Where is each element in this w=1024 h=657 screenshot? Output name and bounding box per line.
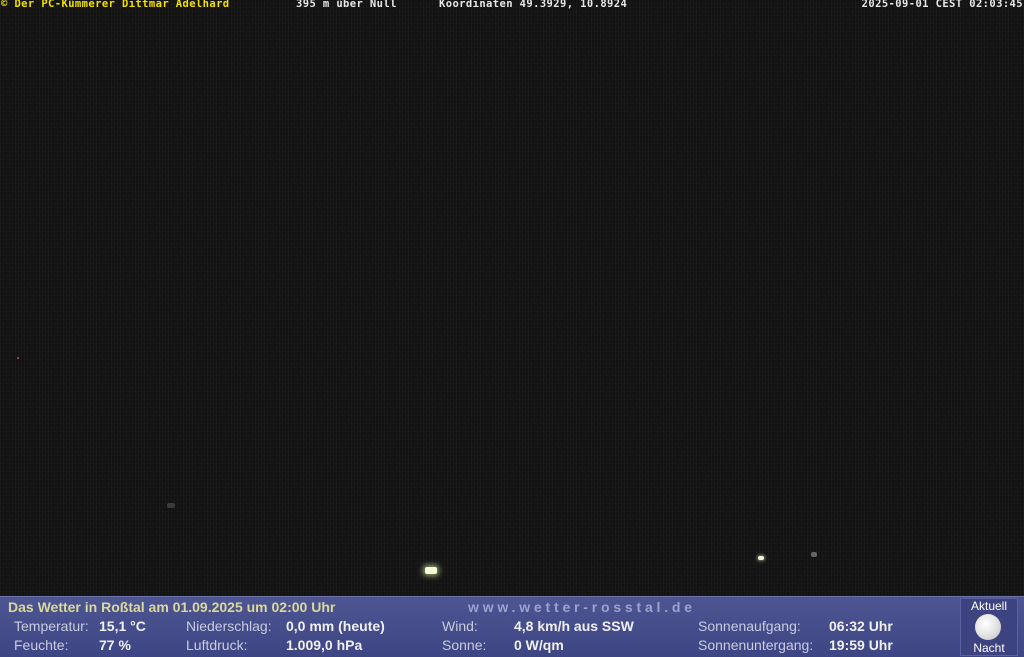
humidity-label: Feuchte: [14, 637, 69, 653]
distant-light [167, 503, 175, 508]
wind-value: 4,8 km/h aus SSW [514, 618, 634, 634]
pressure-value: 1.009,0 hPa [286, 637, 363, 653]
distant-light [758, 556, 764, 560]
distant-light [811, 552, 817, 557]
sunset-label: Sonnenuntergang: [698, 637, 814, 653]
street-light [425, 567, 437, 574]
humidity-value: 77 % [99, 637, 131, 653]
sunrise-value: 06:32 Uhr [829, 618, 893, 634]
temperature-label: Temperatur: [14, 618, 89, 634]
moon-top-label: Aktuell [970, 599, 1008, 613]
moon-bottom-label: Nacht [973, 641, 1005, 655]
moon-phase-box: Aktuell Nacht [960, 598, 1018, 656]
sunset-value: 19:59 Uhr [829, 637, 893, 653]
weather-title: Das Wetter in Roßtal am 01.09.2025 um 02… [8, 599, 336, 615]
timestamp-text: 2025-09-01 CEST 02:03:45 [861, 0, 1023, 10]
website-url: www.wetter-rosstal.de [468, 599, 696, 615]
weather-panel: Das Wetter in Roßtal am 01.09.2025 um 02… [0, 596, 1024, 657]
precipitation-label: Niederschlag: [186, 618, 272, 634]
precipitation-value: 0,0 mm (heute) [286, 618, 385, 634]
copyright-text: © Der PC-Kümmerer Dittmar Adelhard [1, 0, 230, 10]
sunrise-label: Sonnenaufgang: [698, 618, 801, 634]
camera-overlay-bar: © Der PC-Kümmerer Dittmar Adelhard 395 m… [0, 0, 1024, 12]
temperature-value: 15,1 °C [99, 618, 146, 634]
pressure-label: Luftdruck: [186, 637, 248, 653]
sun-value: 0 W/qm [514, 637, 564, 653]
wind-label: Wind: [442, 618, 478, 634]
webcam-image: © Der PC-Kümmerer Dittmar Adelhard 395 m… [0, 0, 1024, 596]
coordinates-text: Koordinaten 49.3929, 10.8924 [439, 0, 628, 10]
altitude-text: 395 m über Null [296, 0, 397, 10]
distant-light [17, 357, 19, 359]
moon-icon [975, 614, 1001, 640]
sun-label: Sonne: [442, 637, 487, 653]
